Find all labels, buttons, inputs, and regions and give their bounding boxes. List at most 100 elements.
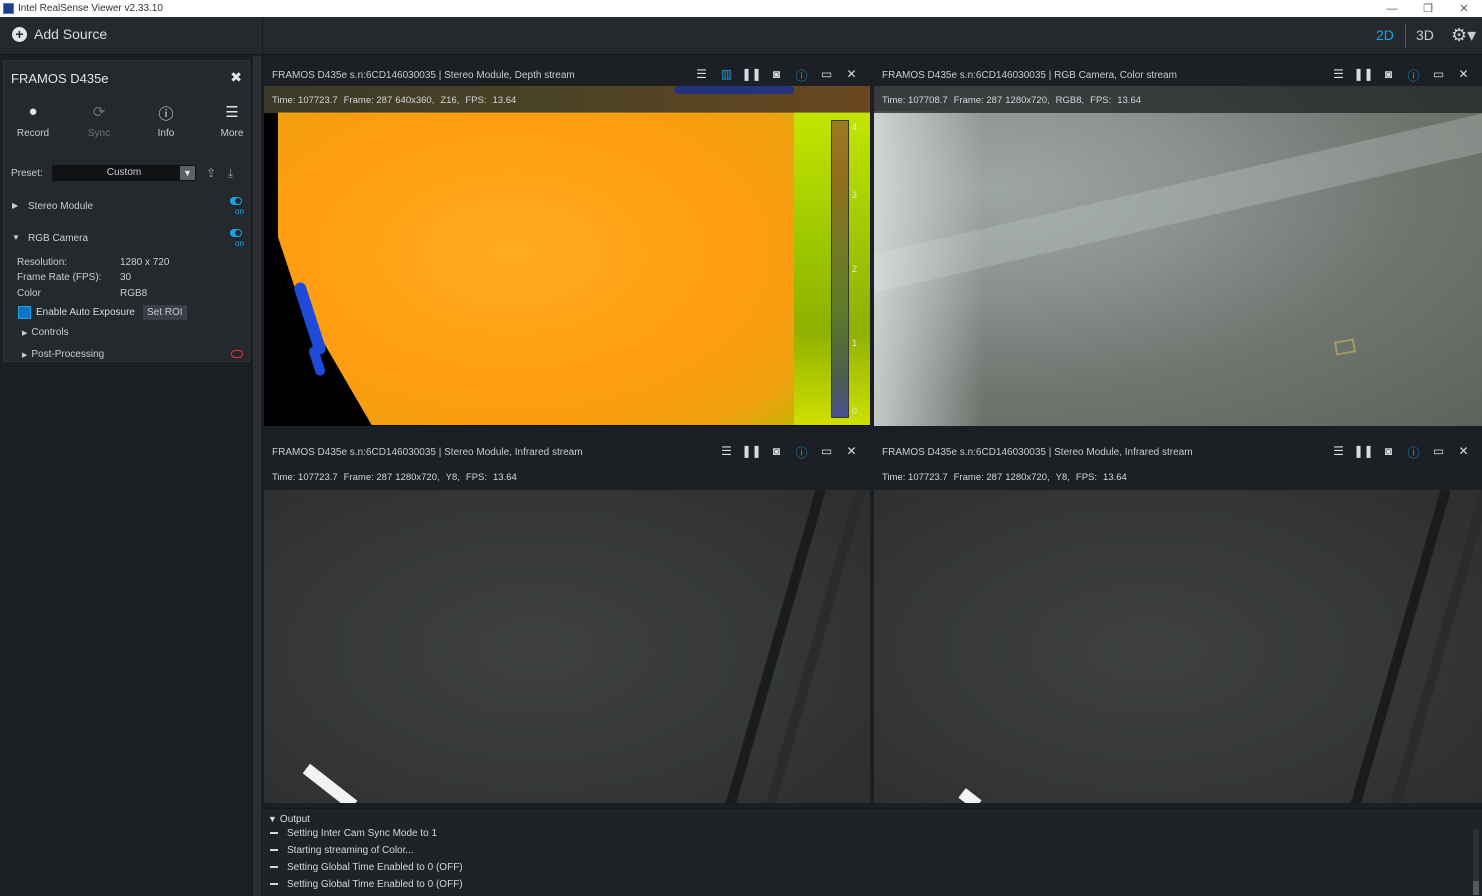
controls-section[interactable]: ▶ Controls bbox=[22, 327, 69, 338]
info-icon[interactable]: ⓘ bbox=[1401, 67, 1426, 84]
close-icon[interactable]: ✖ bbox=[230, 69, 242, 86]
more-button[interactable]: ☰ More bbox=[204, 103, 260, 139]
close-icon[interactable]: ✕ bbox=[839, 67, 864, 84]
log-line[interactable]: Setting Global Time Enabled to 0 (OFF) bbox=[270, 879, 463, 890]
info-icon[interactable]: ⓘ bbox=[789, 444, 814, 461]
preset-row: Preset: Custom ▼ ⇪ ⤓ bbox=[4, 165, 251, 183]
record-icon: ● bbox=[28, 103, 38, 120]
device-card: FRAMOS D435e ✖ ● Record ⟳ Sync ⓘ Info ☰ … bbox=[3, 60, 250, 362]
set-roi-button[interactable]: Set ROI bbox=[142, 305, 187, 320]
stereo-module-toggle[interactable] bbox=[230, 197, 242, 205]
stream-infrared-left: FRAMOS D435e s.n:6CD146030035 | Stereo M… bbox=[264, 439, 870, 803]
output-panel: ▼ Output Setting Inter Cam Sync Mode to 1… bbox=[262, 808, 1482, 896]
camera-icon[interactable]: ◙ bbox=[1376, 67, 1401, 84]
panel-splitter[interactable] bbox=[253, 56, 261, 896]
window-controls: — ❐ ✕ bbox=[1374, 0, 1482, 17]
maximize-icon[interactable]: ▭ bbox=[1426, 67, 1451, 84]
app-icon bbox=[3, 3, 14, 14]
dash-icon bbox=[270, 866, 278, 869]
close-icon[interactable]: ✕ bbox=[1451, 444, 1476, 461]
close-window-button[interactable]: ✕ bbox=[1446, 0, 1482, 17]
color-image[interactable] bbox=[874, 86, 1482, 426]
maximize-icon[interactable]: ▭ bbox=[814, 67, 839, 84]
info-button[interactable]: ⓘ Info bbox=[138, 103, 194, 139]
options-icon[interactable]: ☰ bbox=[689, 67, 714, 84]
preset-value: Custom bbox=[106, 167, 142, 178]
device-name: FRAMOS D435e bbox=[11, 71, 109, 86]
view-3d-button[interactable]: 3D bbox=[1416, 27, 1434, 43]
log-line[interactable]: Setting Inter Cam Sync Mode to 1 bbox=[270, 828, 437, 839]
preset-select[interactable]: Custom bbox=[52, 165, 196, 181]
expand-icon: ▶ bbox=[22, 352, 28, 359]
auto-exposure-checkbox[interactable] bbox=[18, 306, 31, 319]
toolbar: + Add Source 2D 3D ⚙▾ bbox=[0, 17, 1482, 55]
options-icon[interactable]: ☰ bbox=[1326, 444, 1351, 461]
output-label: Output bbox=[279, 814, 310, 825]
dash-icon bbox=[270, 883, 278, 886]
post-processing-section[interactable]: ▶ Post-Processing bbox=[22, 349, 104, 360]
stream-title: FRAMOS D435e s.n:6CD146030035 | RGB Came… bbox=[882, 70, 1177, 81]
menu-icon: ☰ bbox=[225, 104, 239, 121]
stream-metadata: Time: 107723.7 Frame: 287 1280x720, Y8, FPS:… bbox=[264, 463, 870, 490]
pause-icon[interactable]: ❚❚ bbox=[1351, 444, 1376, 461]
stream-color: FRAMOS D435e s.n:6CD146030035 | RGB Came… bbox=[874, 62, 1482, 426]
toolbar-divider bbox=[262, 17, 263, 55]
maximize-icon[interactable]: ▭ bbox=[814, 444, 839, 461]
record-button[interactable]: ● Record bbox=[5, 103, 61, 139]
add-source-button[interactable]: + Add Source bbox=[12, 26, 107, 42]
auto-exposure-row: Enable Auto Exposure Set ROI bbox=[18, 305, 187, 320]
toggle-state-label: on bbox=[235, 239, 244, 248]
output-scrollbar[interactable] bbox=[1473, 829, 1479, 895]
info-icon[interactable]: ⓘ bbox=[789, 67, 814, 84]
stream-header: FRAMOS D435e s.n:6CD146030035 | Stereo M… bbox=[874, 439, 1482, 463]
view-2d-button[interactable]: 2D bbox=[1376, 27, 1394, 43]
collapse-icon: ▼ bbox=[268, 814, 277, 824]
sensor-rgb-camera[interactable]: ▼ RGB Camera on bbox=[4, 229, 251, 249]
log-line[interactable]: Setting Global Time Enabled to 0 (OFF) bbox=[270, 862, 463, 873]
stream-controls: ☰ ▥ ❚❚ ◙ ⓘ ▭ ✕ bbox=[689, 67, 864, 84]
sync-icon: ⟳ bbox=[92, 104, 106, 121]
preset-label: Preset: bbox=[11, 168, 43, 179]
options-icon[interactable]: ☰ bbox=[1326, 67, 1351, 84]
depth-image[interactable]: 4 3 2 1 0 bbox=[264, 86, 870, 426]
close-icon[interactable]: ✕ bbox=[839, 444, 864, 461]
stream-header: FRAMOS D435e s.n:6CD146030035 | RGB Came… bbox=[874, 62, 1482, 86]
sync-button[interactable]: ⟳ Sync bbox=[71, 103, 127, 139]
camera-icon[interactable]: ◙ bbox=[1376, 444, 1401, 461]
upload-icon[interactable]: ⇪ bbox=[206, 166, 216, 180]
close-icon[interactable]: ✕ bbox=[1451, 67, 1476, 84]
camera-icon[interactable]: ◙ bbox=[764, 67, 789, 84]
minimize-button[interactable]: — bbox=[1374, 0, 1410, 17]
stream-header: FRAMOS D435e s.n:6CD146030035 | Stereo M… bbox=[264, 62, 870, 86]
colorbar-tick: 0 bbox=[852, 406, 858, 416]
window-titlebar: Intel RealSense Viewer v2.33.10 — ❐ ✕ bbox=[0, 0, 1482, 17]
infrared-image[interactable] bbox=[874, 463, 1482, 803]
stream-title: FRAMOS D435e s.n:6CD146030035 | Stereo M… bbox=[272, 447, 583, 458]
colorbar-tick: 1 bbox=[852, 338, 858, 348]
chevron-down-icon[interactable]: ▼ bbox=[180, 166, 195, 180]
infrared-image[interactable] bbox=[264, 463, 870, 803]
pause-icon[interactable]: ❚❚ bbox=[1351, 67, 1376, 84]
rgb-camera-toggle[interactable] bbox=[230, 229, 242, 237]
post-processing-toggle[interactable] bbox=[231, 350, 243, 358]
pause-icon[interactable]: ❚❚ bbox=[739, 67, 764, 84]
options-icon[interactable]: ☰ bbox=[714, 444, 739, 461]
plus-icon: + bbox=[12, 26, 27, 42]
stream-metadata: Time: 107723.7 Frame: 287 640x360, Z16, FPS:… bbox=[264, 86, 870, 113]
camera-icon[interactable]: ◙ bbox=[764, 444, 789, 461]
info-icon[interactable]: ⓘ bbox=[1401, 444, 1426, 461]
pause-icon[interactable]: ❚❚ bbox=[739, 444, 764, 461]
output-toggle[interactable]: ▼ Output bbox=[268, 814, 310, 825]
stream-metadata: Time: 107723.7 Frame: 287 1280x720, Y8, FPS:… bbox=[874, 463, 1482, 490]
restore-button[interactable]: ❐ bbox=[1410, 0, 1446, 17]
histogram-icon[interactable]: ▥ bbox=[714, 67, 739, 84]
log-line[interactable]: Starting streaming of Color... bbox=[270, 845, 414, 856]
colorbar-tick: 3 bbox=[852, 190, 858, 200]
info-icon: ⓘ bbox=[158, 106, 174, 123]
gear-icon[interactable]: ⚙▾ bbox=[1451, 25, 1476, 46]
depth-colorbar bbox=[831, 120, 849, 418]
maximize-icon[interactable]: ▭ bbox=[1426, 444, 1451, 461]
stream-infrared-right: FRAMOS D435e s.n:6CD146030035 | Stereo M… bbox=[874, 439, 1482, 803]
sensor-stereo-module[interactable]: ▶ Stereo Module on bbox=[4, 197, 251, 217]
download-icon[interactable]: ⤓ bbox=[228, 166, 233, 181]
